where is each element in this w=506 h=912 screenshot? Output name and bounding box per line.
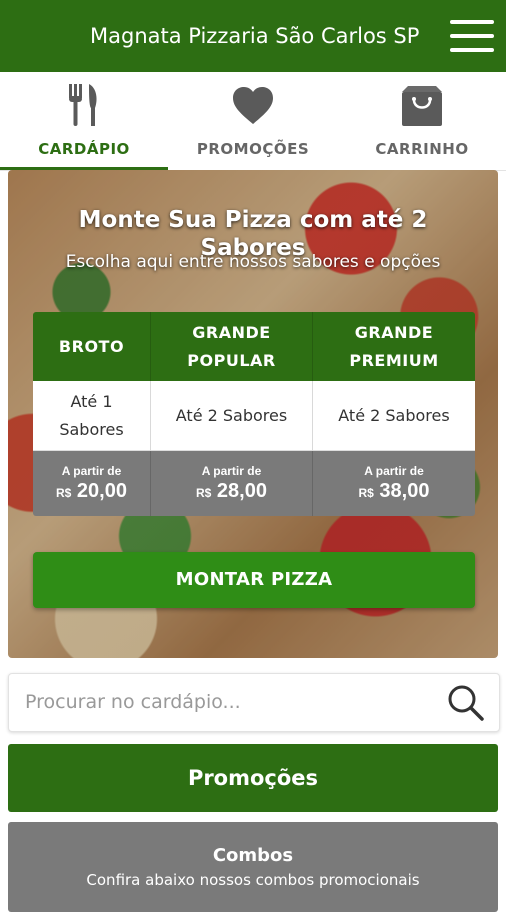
montar-pizza-button[interactable]: MONTAR PIZZA — [33, 552, 475, 608]
menu-search-field[interactable]: Procurar no cardápio... — [8, 673, 500, 732]
size-price: A partir de R$ 28,00 — [151, 451, 313, 516]
size-flavors: Até 1 Sabores — [33, 381, 151, 451]
build-pizza-banner: Monte Sua Pizza com até 2 Sabores Escolh… — [8, 170, 498, 658]
size-price: A partir de R$ 38,00 — [313, 451, 475, 516]
tab-bar: CARDÁPIO PROMOÇÕES CARRINHO — [0, 72, 506, 171]
promocoes-section-header[interactable]: Promoções — [8, 744, 498, 812]
combos-title: Combos — [212, 845, 294, 866]
pizza-size-table: BROTO GRANDE POPULAR GRANDE PREMIUM Até 1 … — [33, 312, 475, 516]
top-app-bar: Magnata Pizzaria São Carlos SP — [0, 0, 506, 72]
size-name-grande-popular[interactable]: GRANDE POPULAR — [151, 312, 313, 381]
app-title: Magnata Pizzaria São Carlos SP — [90, 24, 420, 48]
size-name-broto[interactable]: BROTO — [33, 312, 151, 381]
shopping-bag-icon — [400, 84, 444, 133]
size-header-row: BROTO GRANDE POPULAR GRANDE PREMIUM — [33, 312, 475, 381]
search-icon[interactable] — [447, 684, 485, 727]
tab-carrinho[interactable]: CARRINHO — [338, 72, 506, 170]
banner-subtitle: Escolha aqui entre nossos sabores e opçõ… — [65, 252, 441, 272]
tab-cardapio[interactable]: CARDÁPIO — [0, 72, 168, 170]
flavors-row: Até 1 Sabores Até 2 Sabores Até 2 Sabore… — [33, 381, 475, 451]
tab-label: PROMOÇÕES — [196, 140, 310, 158]
hamburger-menu-icon[interactable] — [450, 20, 494, 54]
heart-icon — [231, 86, 275, 131]
price-row: A partir de R$ 20,00 A partir de R$ 28,0… — [33, 451, 475, 516]
search-input[interactable]: Procurar no cardápio... — [25, 691, 241, 713]
size-name-grande-premium[interactable]: GRANDE PREMIUM — [313, 312, 475, 381]
size-flavors: Até 2 Sabores — [313, 381, 475, 451]
size-flavors: Até 2 Sabores — [151, 381, 313, 451]
tab-label: CARDÁPIO — [38, 140, 130, 158]
tab-promocoes[interactable]: PROMOÇÕES — [169, 72, 337, 170]
combos-subtitle: Confira abaixo nossos combos promocionai… — [86, 871, 420, 889]
fork-knife-icon — [67, 82, 101, 133]
tab-label: CARRINHO — [375, 140, 469, 158]
size-price: A partir de R$ 20,00 — [33, 451, 151, 516]
combos-section-header[interactable]: Combos Confira abaixo nossos combos prom… — [8, 822, 498, 912]
